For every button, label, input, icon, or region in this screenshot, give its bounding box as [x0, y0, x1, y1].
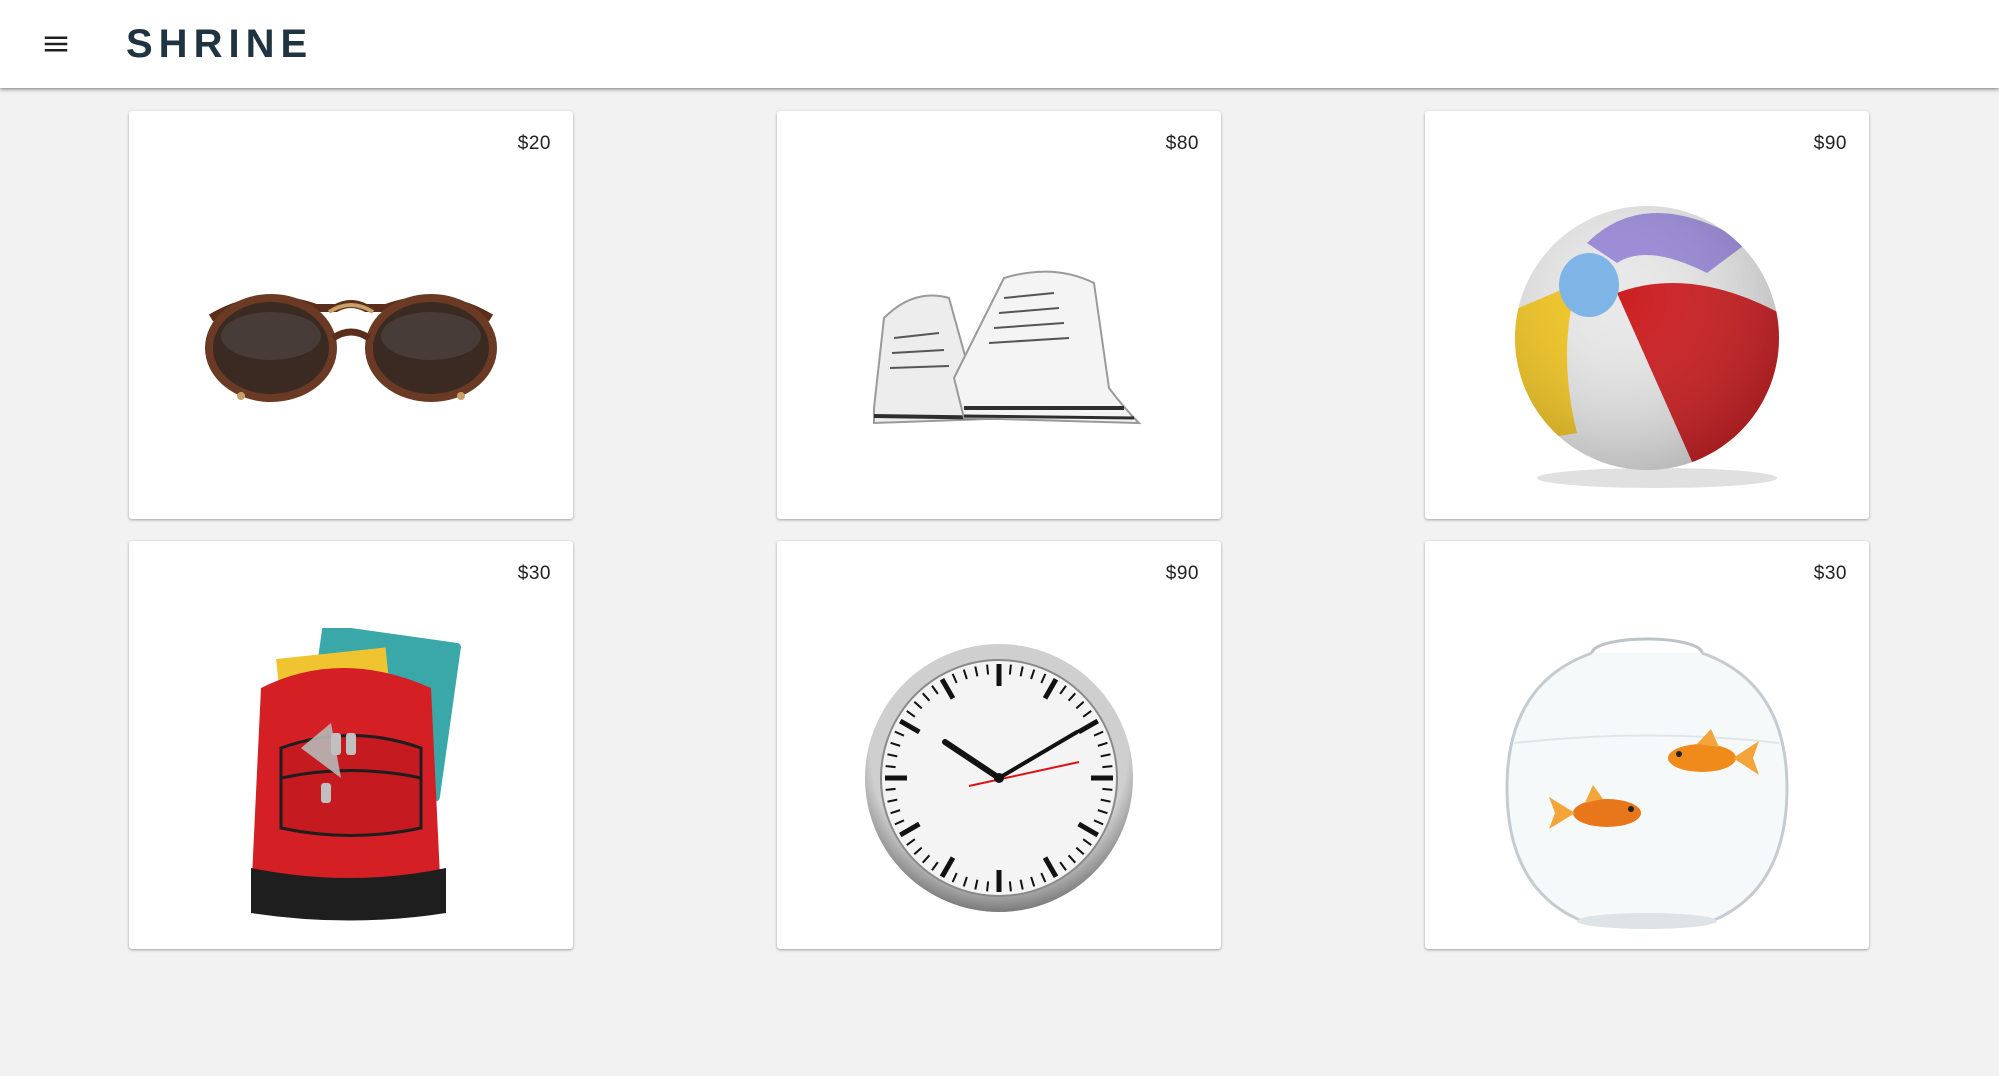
- fishbowl-image: [1505, 637, 1789, 929]
- product-price: $30: [517, 563, 551, 584]
- product-card-beach-ball[interactable]: $90: [1425, 111, 1869, 519]
- clock-tick: [1102, 787, 1113, 791]
- product-price: $20: [517, 133, 551, 154]
- clock-tick: [986, 664, 990, 675]
- app-title: SHRINE: [126, 22, 314, 66]
- product-card-fishbowl[interactable]: $30: [1425, 541, 1869, 949]
- clock-tick: [1008, 664, 1012, 675]
- product-grid: $20 $80 $90 $30 $90 $30: [0, 0, 1999, 1076]
- product-price: $30: [1813, 563, 1847, 584]
- product-card-backpack[interactable]: $30: [129, 541, 573, 949]
- product-card-wall-clock[interactable]: $90: [777, 541, 1221, 949]
- product-price: $80: [1165, 133, 1199, 154]
- clock-tick: [885, 764, 896, 768]
- menu-icon: [44, 36, 68, 52]
- product-card-sunglasses[interactable]: $20: [129, 111, 573, 519]
- beach-ball-image: [1515, 205, 1779, 488]
- clock-tick: [885, 787, 896, 791]
- wall-clock-image: [865, 643, 1133, 912]
- product-price: $90: [1165, 563, 1199, 584]
- product-price: $90: [1813, 133, 1847, 154]
- sneakers-image: [873, 270, 1142, 424]
- product-card-sneakers[interactable]: $80: [777, 111, 1221, 519]
- backpack-image: [251, 627, 461, 921]
- menu-button[interactable]: [36, 24, 76, 64]
- top-app-bar: SHRINE: [0, 0, 1999, 88]
- clock-tick: [1102, 764, 1113, 768]
- sunglasses-image: [205, 293, 497, 402]
- clock-tick: [1008, 880, 1012, 892]
- clock-tick: [986, 880, 990, 892]
